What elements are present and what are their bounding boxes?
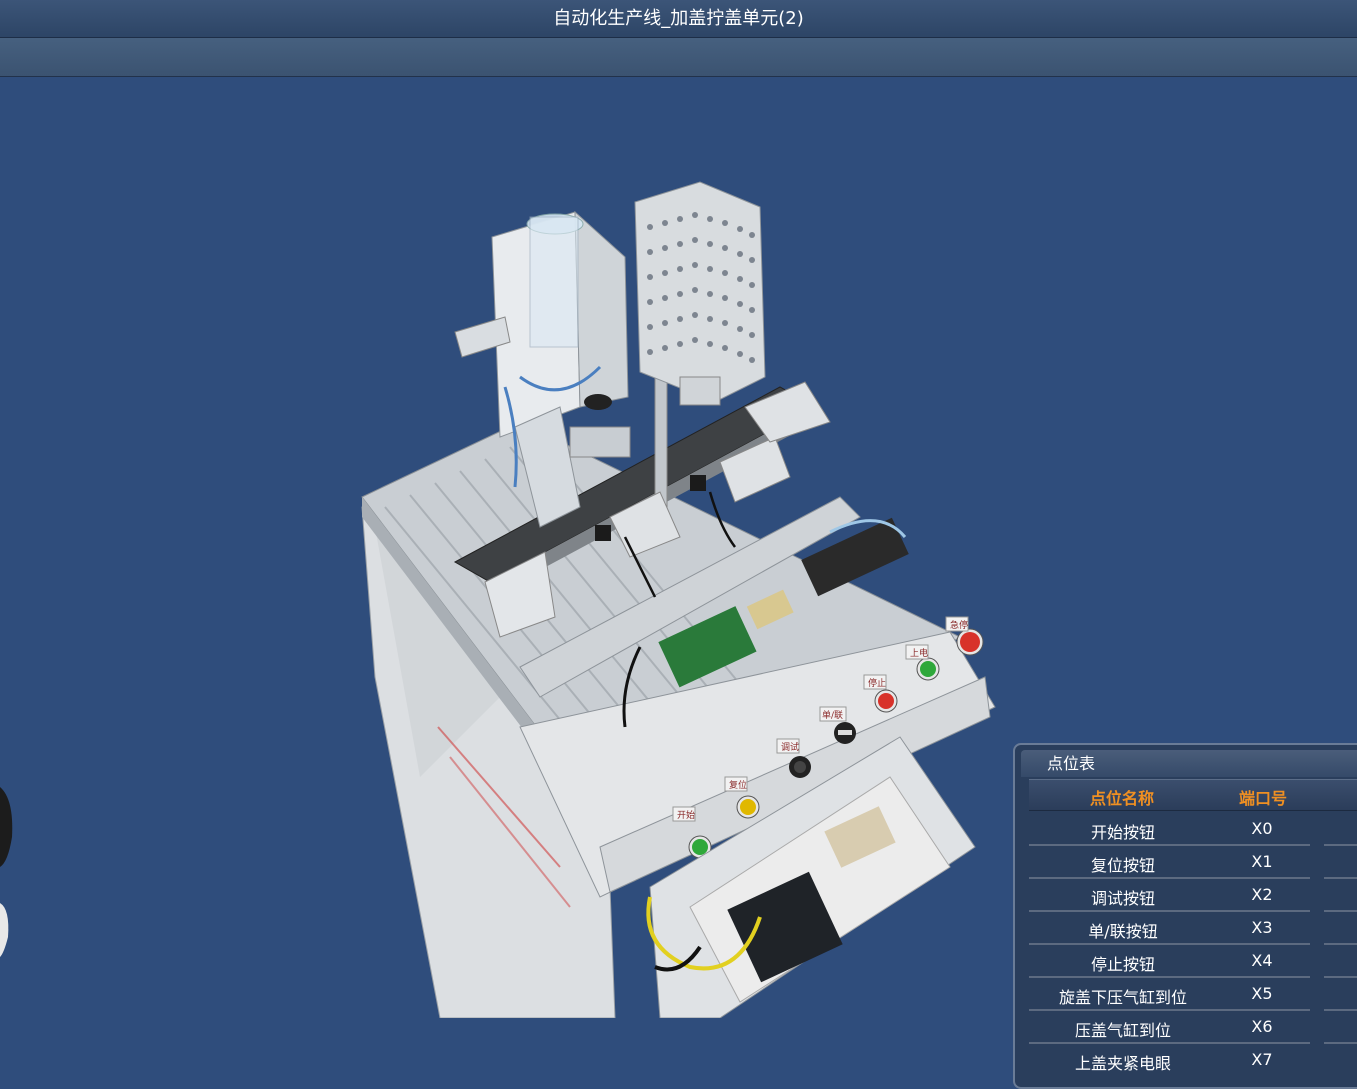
- table-row: 压盖气缸到位 X6: [1029, 1011, 1357, 1044]
- row-port: X5: [1251, 984, 1273, 1003]
- row-port: X2: [1251, 885, 1273, 904]
- row-port: X6: [1251, 1017, 1273, 1036]
- panel-label-debug: 调试: [781, 741, 799, 753]
- row-name: 停止按钮: [1090, 955, 1155, 974]
- panel-label-stop: 停止: [868, 677, 886, 689]
- row-name: 开始按钮: [1090, 823, 1155, 842]
- stop-button-light: [878, 693, 894, 709]
- panel-label-start: 开始: [677, 809, 695, 821]
- panel-label-estop: 急停: [950, 619, 968, 631]
- table-row: 停止按钮 X4: [1029, 945, 1357, 978]
- panel-label-mode: 单/联: [822, 709, 843, 721]
- table-row: 调试按钮 X2: [1029, 879, 1357, 912]
- row-name: 调试按钮: [1090, 889, 1155, 908]
- column-header-port: 端口号: [1239, 789, 1288, 808]
- point-table-panel: 点位表 点位名称 端口号 开始按钮 X0 复位按钮 X1 调试按钮 X2 单/联按钮 X…: [1013, 743, 1357, 1089]
- point-table-title: 点位表: [1021, 750, 1357, 777]
- row-port: X4: [1251, 951, 1273, 970]
- start-button-light: [692, 839, 708, 855]
- row-name: 压盖气缸到位: [1074, 1021, 1171, 1040]
- row-port: X1: [1251, 852, 1273, 871]
- row-name: 旋盖下压气缸到位: [1058, 988, 1187, 1007]
- table-row: 复位按钮 X1: [1029, 846, 1357, 879]
- side-object-dark: [0, 787, 13, 867]
- perforated-guard: [634, 181, 766, 403]
- mode-selector: [838, 730, 852, 735]
- table-row: 开始按钮 X0: [1029, 813, 1357, 846]
- debug-button: [794, 761, 806, 773]
- panel-label-reset: 复位: [729, 779, 747, 791]
- row-name: 复位按钮: [1090, 856, 1155, 875]
- column-header-name: 点位名称: [1090, 789, 1155, 808]
- emergency-stop-button: [960, 632, 980, 652]
- row-name: 单/联按钮: [1088, 922, 1158, 941]
- table-row: 旋盖下压气缸到位 X5: [1029, 978, 1357, 1011]
- point-table-header-row: 点位名称 端口号: [1029, 779, 1357, 811]
- row-port: X7: [1251, 1050, 1273, 1069]
- row-name: 上盖夹紧电眼: [1074, 1054, 1171, 1073]
- table-row: 单/联按钮 X3: [1029, 912, 1357, 945]
- row-port: X0: [1251, 819, 1273, 838]
- window-title-bar: 自动化生产线_加盖拧盖单元(2): [0, 0, 1357, 38]
- 3d-viewport[interactable]: 开始 复位 调试 单/联 停止 上电 急停 点位表 点位名称 端口号 开始按钮 …: [0, 77, 1357, 1089]
- row-port: X3: [1251, 918, 1273, 937]
- table-row: 上盖夹紧电眼 X7: [1029, 1044, 1357, 1077]
- side-object-light: [0, 903, 9, 957]
- reset-button-light: [740, 799, 756, 815]
- power-button-light: [920, 661, 936, 677]
- panel-label-power: 上电: [910, 647, 928, 659]
- window-title: 自动化生产线_加盖拧盖单元(2): [553, 8, 804, 29]
- toolbar: [0, 38, 1357, 77]
- point-table-rows: 开始按钮 X0 复位按钮 X1 调试按钮 X2 单/联按钮 X3 停止按钮 X4 旋盖下压…: [1029, 813, 1357, 1077]
